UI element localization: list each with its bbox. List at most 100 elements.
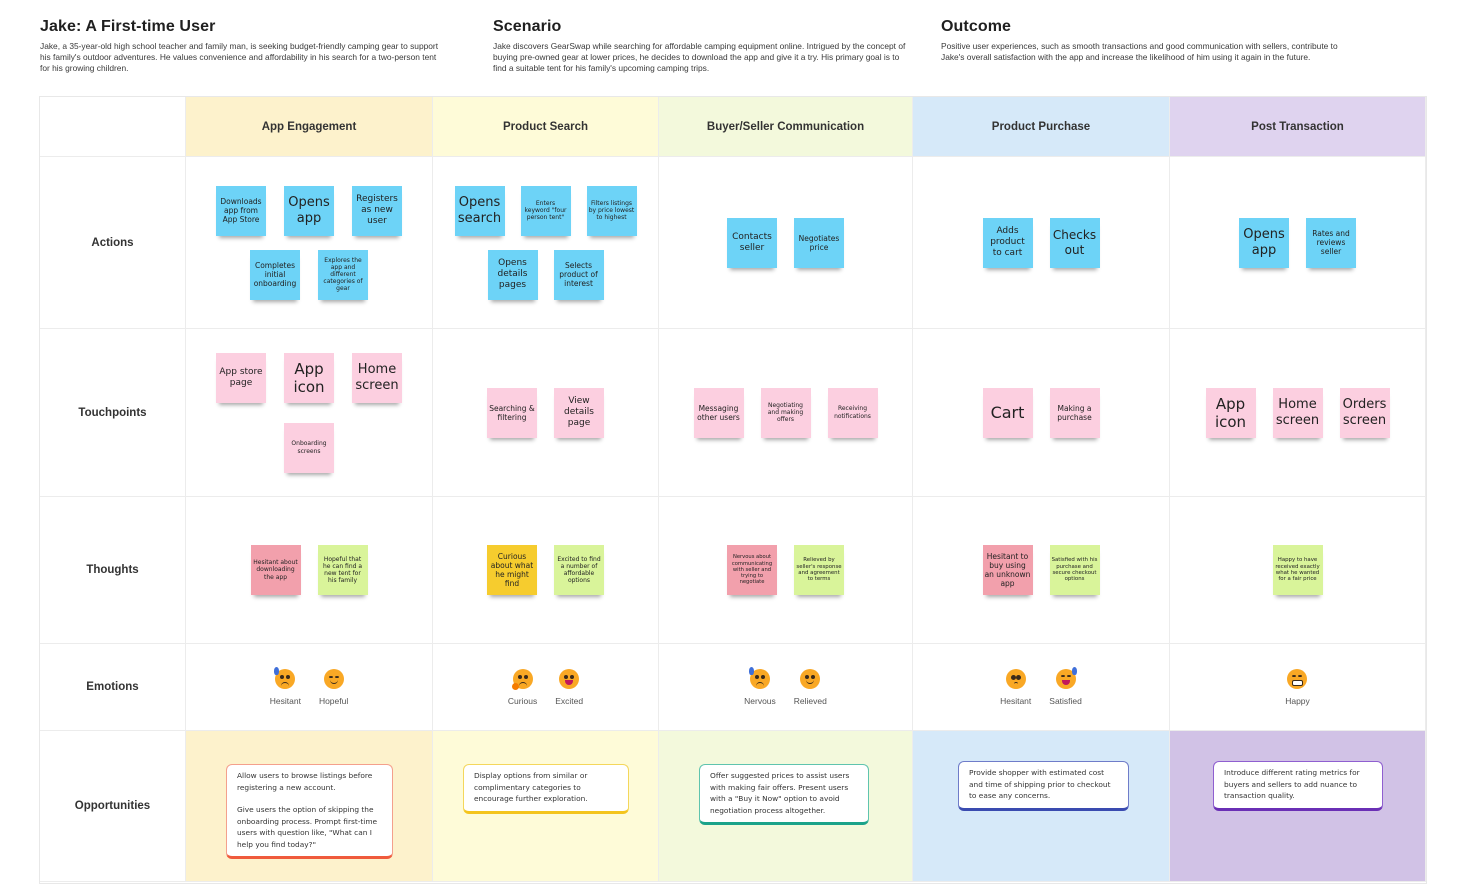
emotion-label: Excited: [555, 695, 584, 706]
opportunities-cell: Display options from similar or complime…: [433, 731, 659, 882]
emotion-item: Hesitant: [269, 666, 301, 706]
touchpoint-sticky[interactable]: Cart: [982, 387, 1033, 438]
beaming-face-icon: [1287, 668, 1308, 689]
emotions-cell: Hesitant Hopeful: [186, 644, 433, 731]
opportunity-text: Allow users to browse listings before re…: [237, 771, 373, 792]
emotion-item: Satisfied: [1049, 666, 1082, 706]
touchpoint-sticky[interactable]: Making a purchase: [1049, 387, 1100, 438]
opportunity-text: Give users the option of skipping the on…: [237, 805, 378, 849]
grinning-face-icon: [559, 668, 580, 689]
emotion-label: Hesitant: [269, 695, 301, 706]
column-header-post-transaction: Post Transaction: [1170, 97, 1426, 157]
touchpoint-sticky[interactable]: App icon: [1205, 387, 1256, 438]
touchpoint-sticky[interactable]: Home screen: [352, 352, 402, 403]
outcome-title: Outcome: [941, 18, 1012, 35]
actions-cell: Opens app Rates and reviews seller: [1170, 157, 1426, 329]
thoughts-cell: Hesitant about downloading the app Hopef…: [186, 497, 433, 644]
actions-cell: Opens search Enters keyword "four person…: [433, 157, 659, 329]
thinking-face-icon: [511, 668, 533, 690]
persona-title: Jake: A First-time User: [40, 18, 216, 35]
action-sticky[interactable]: Filters listings by price lowest to high…: [586, 185, 637, 236]
thoughts-cell: Hesitant to buy using an unknown app Sat…: [913, 497, 1170, 644]
action-sticky[interactable]: Opens details pages: [487, 249, 538, 300]
journey-map-grid: App Engagement Product Search Buyer/Sell…: [40, 97, 1426, 883]
outcome-description: Positive user experiences, such as smoot…: [941, 41, 1338, 62]
touchpoint-sticky[interactable]: Home screen: [1272, 387, 1323, 438]
opportunity-text: Offer suggested prices to assist users w…: [710, 771, 850, 815]
anxious-sweat-face-icon: [748, 666, 770, 689]
column-header-buyer-seller-communication: Buyer/Seller Communication: [659, 97, 913, 157]
emotion-item: Nervous: [744, 666, 776, 706]
pleading-face-icon: [1005, 668, 1026, 689]
opportunity-text: Display options from similar or complime…: [474, 771, 588, 803]
column-header-app-engagement: App Engagement: [186, 97, 433, 157]
opportunity-card[interactable]: Offer suggested prices to assist users w…: [699, 764, 869, 825]
persona-section: Jake: A First-time User Jake, a 35-year-…: [40, 18, 440, 74]
action-sticky[interactable]: Enters keyword "four person tent": [520, 185, 571, 236]
emotion-label: Relieved: [793, 695, 827, 706]
thought-sticky[interactable]: Satisfied with his purchase and secure c…: [1049, 545, 1100, 595]
row-label-thoughts: Thoughts: [40, 497, 186, 644]
action-sticky[interactable]: Opens app: [1239, 217, 1289, 268]
thoughts-cell: Nervous about communicating with seller …: [659, 497, 913, 644]
thought-sticky[interactable]: Hopeful that he can find a new tent for …: [317, 545, 368, 595]
row-label-actions: Actions: [40, 157, 186, 329]
relieved-face-icon: [800, 668, 821, 689]
touchpoint-sticky[interactable]: Receiving notifications: [827, 387, 878, 438]
emotion-label: Happy: [1285, 695, 1310, 706]
action-sticky[interactable]: Checks out: [1049, 217, 1100, 268]
touchpoints-cell: App store page App icon Home screen Onbo…: [186, 329, 433, 497]
opportunity-card[interactable]: Provide shopper with estimated cost and …: [958, 761, 1129, 811]
opportunity-text: Provide shopper with estimated cost and …: [969, 768, 1111, 800]
emotions-cell: Curious Excited: [433, 644, 659, 731]
thought-sticky[interactable]: Curious about what he might find: [487, 545, 537, 595]
thought-sticky[interactable]: Happy to have received exactly what he w…: [1272, 545, 1323, 595]
action-sticky[interactable]: Contacts seller: [727, 217, 777, 268]
actions-cell: Downloads app from App Store Opens app R…: [186, 157, 433, 329]
emotion-label: Hesitant: [1000, 695, 1032, 706]
touchpoint-sticky[interactable]: Orders screen: [1339, 387, 1390, 438]
outcome-section: Outcome Positive user experiences, such …: [941, 18, 1361, 63]
emotions-cell: Happy: [1170, 644, 1426, 731]
thought-sticky[interactable]: Hesitant about downloading the app: [250, 545, 301, 595]
thought-sticky[interactable]: Hesitant to buy using an unknown app: [982, 545, 1033, 595]
touchpoint-sticky[interactable]: Onboarding screens: [284, 422, 334, 473]
touchpoint-sticky[interactable]: View details page: [554, 387, 604, 438]
thoughts-cell: Curious about what he might find Excited…: [433, 497, 659, 644]
thought-sticky[interactable]: Nervous about communicating with seller …: [727, 545, 777, 595]
emotions-cell: Nervous Relieved: [659, 644, 913, 731]
touchpoint-sticky[interactable]: App store page: [216, 352, 266, 403]
touchpoints-cell: App icon Home screen Orders screen: [1170, 329, 1426, 497]
touchpoint-sticky[interactable]: Messaging other users: [693, 387, 744, 438]
touchpoint-sticky[interactable]: App icon: [284, 352, 334, 403]
opportunities-cell: Offer suggested prices to assist users w…: [659, 731, 913, 882]
action-sticky[interactable]: Rates and reviews seller: [1306, 217, 1356, 268]
opportunity-card[interactable]: Display options from similar or complime…: [463, 764, 629, 814]
action-sticky[interactable]: Opens app: [284, 185, 334, 236]
action-sticky[interactable]: Selects product of interest: [553, 249, 604, 300]
persona-description: Jake, a 35-year-old high school teacher …: [40, 41, 439, 73]
touchpoint-sticky[interactable]: Searching & filtering: [487, 387, 537, 438]
touchpoints-cell: Searching & filtering View details page: [433, 329, 659, 497]
thought-sticky[interactable]: Excited to find a number of affordable o…: [554, 545, 604, 595]
touchpoints-cell: Messaging other users Negotiating and ma…: [659, 329, 913, 497]
action-sticky[interactable]: Adds product to cart: [982, 217, 1033, 268]
action-sticky[interactable]: Negotiates price: [794, 217, 844, 268]
touchpoint-sticky[interactable]: Negotiating and making offers: [760, 387, 811, 438]
row-label-emotions: Emotions: [40, 644, 186, 731]
emotion-label: Curious: [507, 695, 538, 706]
actions-cell: Contacts seller Negotiates price: [659, 157, 913, 329]
action-sticky[interactable]: Opens search: [454, 185, 505, 236]
actions-cell: Adds product to cart Checks out: [913, 157, 1170, 329]
row-label-touchpoints: Touchpoints: [40, 329, 186, 497]
emotions-cell: Hesitant Satisfied: [913, 644, 1170, 731]
thought-sticky[interactable]: Relieved by seller's response and agreem…: [794, 545, 844, 595]
action-sticky[interactable]: Downloads app from App Store: [216, 185, 266, 236]
action-sticky[interactable]: Completes initial onboarding: [250, 249, 300, 300]
opportunity-card[interactable]: Allow users to browse listings before re…: [226, 764, 393, 859]
action-sticky[interactable]: Registers as new user: [352, 185, 402, 236]
opportunity-card[interactable]: Introduce different rating metrics for b…: [1213, 761, 1383, 811]
emotion-label: Satisfied: [1049, 695, 1082, 706]
action-sticky[interactable]: Explores the app and different categorie…: [318, 249, 368, 300]
journey-map-board: App Engagement Product Search Buyer/Sell…: [39, 96, 1427, 884]
